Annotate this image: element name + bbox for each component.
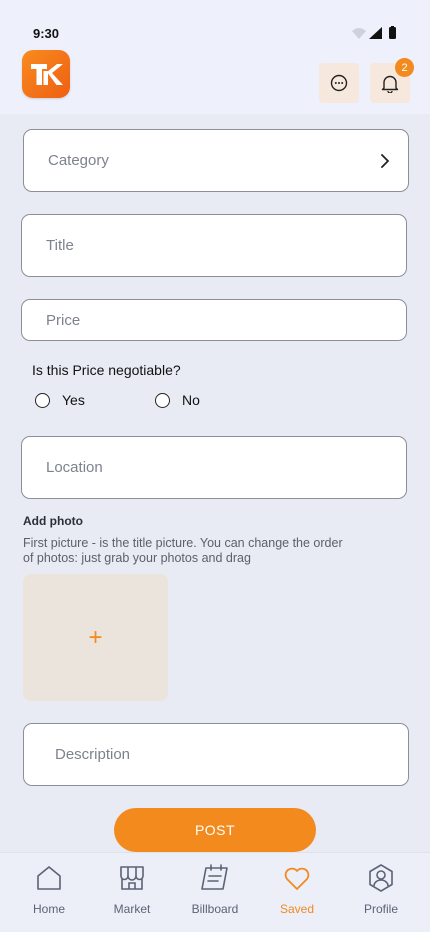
price-placeholder: Price — [46, 311, 81, 329]
location-input[interactable]: Location — [21, 436, 407, 499]
add-photo-button[interactable]: + — [23, 574, 168, 701]
battery-icon — [389, 27, 396, 39]
status-time: 9:30 — [33, 26, 60, 41]
nav-saved-label: Saved — [279, 902, 315, 916]
chevron-right-icon — [381, 153, 389, 168]
nav-billboard[interactable]: Billboard — [180, 863, 250, 916]
category-select[interactable]: Category — [23, 129, 409, 192]
nav-saved[interactable]: Saved — [262, 863, 332, 916]
nav-home[interactable]: Home — [14, 863, 84, 916]
description-input[interactable]: Description — [23, 723, 409, 786]
status-icons — [350, 26, 400, 40]
radio-circle[interactable] — [155, 392, 170, 408]
messages-button[interactable] — [319, 63, 359, 103]
signal-icon — [369, 27, 382, 39]
wifi-icon — [352, 28, 366, 39]
tk-logo-icon — [31, 64, 63, 85]
heart-icon — [284, 867, 310, 890]
nav-home-label: Home — [32, 902, 65, 916]
app-logo[interactable] — [22, 50, 70, 98]
chat-icon — [330, 74, 348, 92]
add-photo-label: Add photo — [23, 514, 83, 528]
bell-icon — [381, 75, 399, 93]
bottom-navigation: Home Market Billboard Saved Profile — [0, 852, 430, 932]
notification-badge: 2 — [395, 58, 414, 77]
category-placeholder: Category — [48, 152, 109, 169]
negotiable-no-radio[interactable]: No — [155, 392, 200, 408]
add-photo-hint: First picture - is the title picture. Yo… — [23, 536, 343, 565]
billboard-icon — [201, 864, 228, 890]
nav-market-label: Market — [113, 902, 151, 916]
title-input[interactable]: Title — [21, 214, 407, 277]
price-input[interactable]: Price — [21, 299, 407, 341]
no-label: No — [182, 392, 200, 408]
nav-billboard-label: Billboard — [191, 902, 239, 916]
market-icon — [120, 866, 144, 890]
title-placeholder: Title — [46, 237, 74, 254]
nav-profile[interactable]: Profile — [346, 863, 416, 916]
negotiable-yes-radio[interactable]: Yes — [35, 392, 85, 408]
radio-circle[interactable] — [35, 392, 50, 408]
profile-icon — [369, 864, 393, 892]
negotiable-question: Is this Price negotiable? — [32, 362, 181, 378]
description-placeholder: Description — [55, 746, 131, 763]
nav-profile-label: Profile — [363, 902, 398, 916]
post-button[interactable]: POST — [114, 808, 316, 852]
home-icon — [37, 866, 61, 890]
yes-label: Yes — [62, 392, 85, 408]
location-placeholder: Location — [46, 459, 103, 476]
plus-icon: + — [88, 623, 103, 651]
nav-market[interactable]: Market — [97, 863, 167, 916]
